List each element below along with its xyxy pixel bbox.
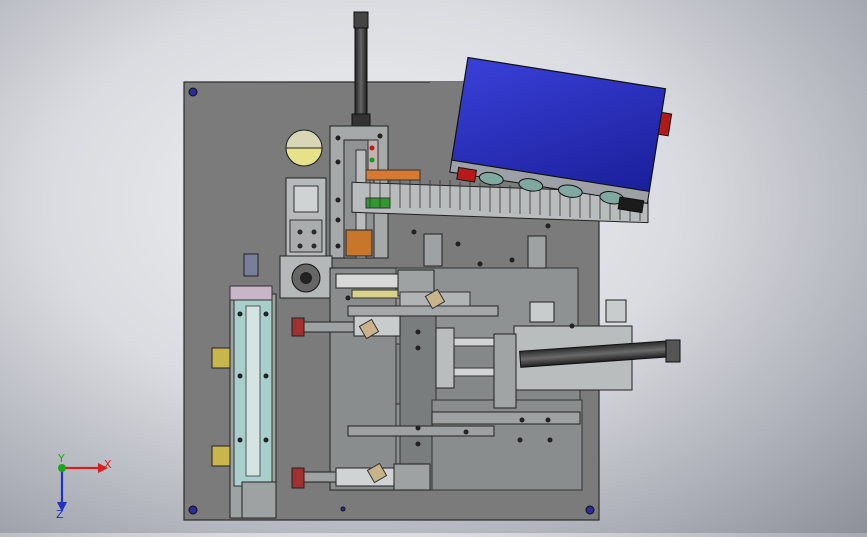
left-guide-block[interactable] <box>285 177 327 259</box>
orientation-triad[interactable]: X Y Z <box>46 452 126 522</box>
z-axis-label: Z <box>56 508 64 521</box>
y-axis-label: Y <box>57 452 65 465</box>
x-axis-label: X <box>104 458 112 471</box>
rotary-actuator[interactable] <box>279 255 333 299</box>
cad-model[interactable] <box>0 0 867 533</box>
y-axis-dot <box>58 464 66 472</box>
vertical-cylinder[interactable] <box>351 11 371 127</box>
round-boss[interactable] <box>285 129 323 167</box>
graphics-viewport[interactable]: X Y Z <box>0 0 867 533</box>
